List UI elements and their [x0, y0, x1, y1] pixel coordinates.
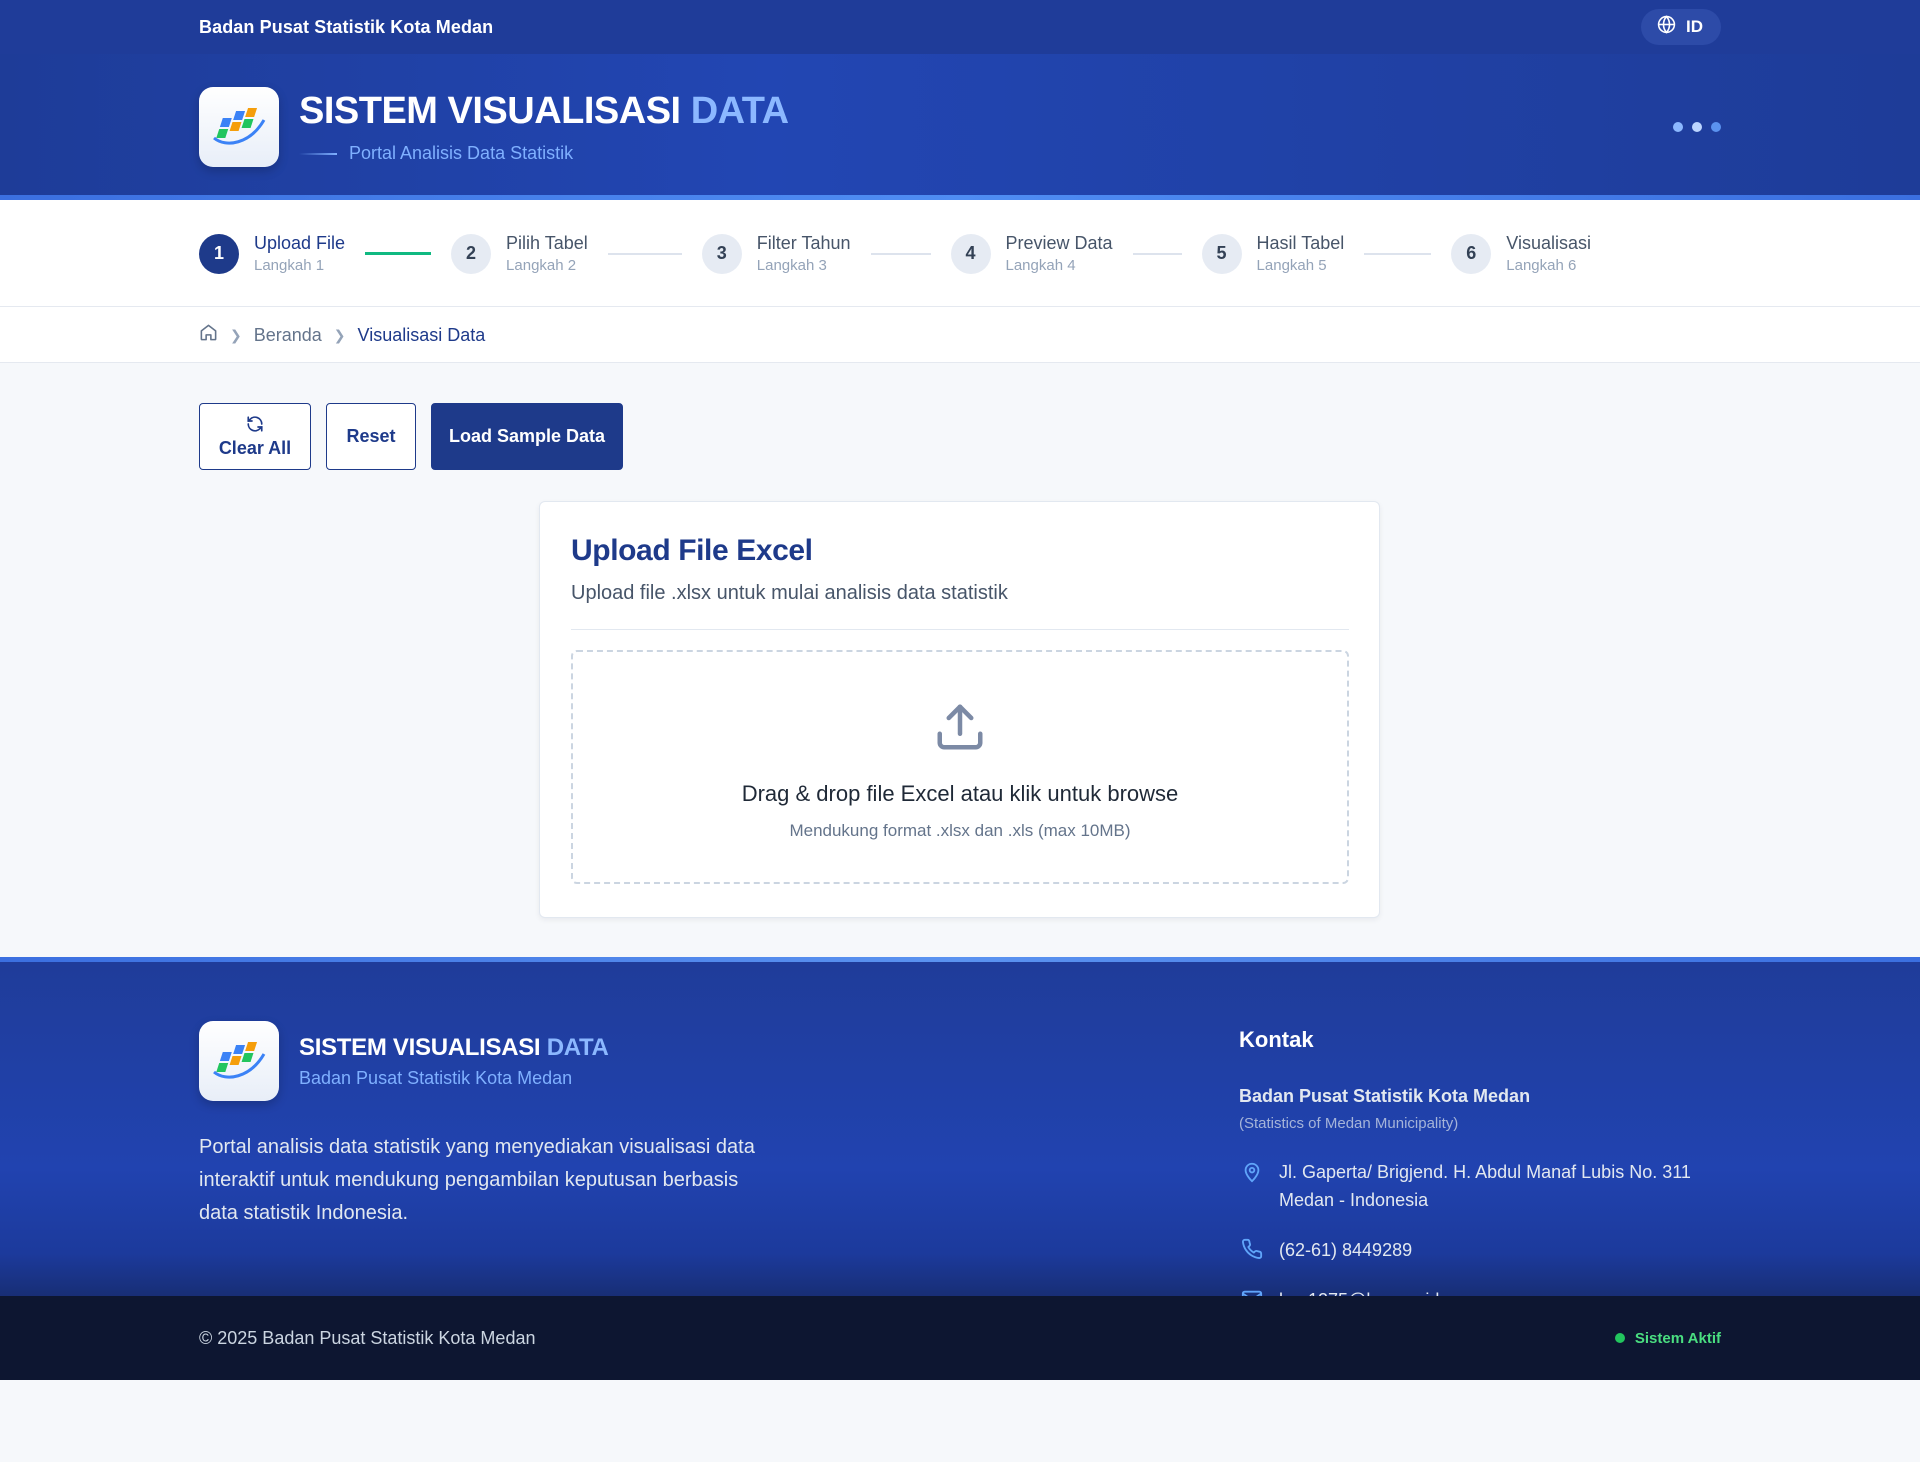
- step-label: Filter Tahun: [756, 233, 851, 253]
- load-sample-data-button[interactable]: Load Sample Data: [431, 403, 623, 470]
- address-line-1: Jl. Gaperta/ Brigjend. H. Abdul Manaf Lu…: [1279, 1162, 1691, 1182]
- globe-icon: [1657, 15, 1676, 39]
- step-connector: [365, 252, 432, 255]
- step-number: 4: [950, 233, 991, 274]
- chevron-right-icon: ❯: [333, 326, 346, 343]
- step-preview-data[interactable]: 4 Preview Data Langkah 4: [950, 233, 1113, 274]
- step-connector: [870, 252, 931, 255]
- step-sublabel: Langkah 6: [1506, 257, 1577, 274]
- dropzone-hint: Mendukung format .xlsx dan .xls (max 10M…: [789, 820, 1131, 840]
- dropzone-title: Drag & drop file Excel atau klik untuk b…: [741, 780, 1179, 806]
- contact-heading: Kontak: [1239, 1027, 1314, 1052]
- step-sublabel: Langkah 2: [506, 257, 577, 274]
- bps-logo: [199, 1021, 279, 1101]
- chevron-right-icon: ❯: [230, 326, 242, 343]
- footer: SISTEM VISUALISASI DATA Badan Pusat Stat…: [0, 957, 1920, 1380]
- contact-address: Jl. Gaperta/ Brigjend. H. Abdul Manaf Lu…: [1239, 1158, 1721, 1214]
- step-connector: [1132, 252, 1182, 255]
- contact-org-sub: (Statistics of Medan Municipality): [1239, 1115, 1459, 1132]
- action-bar: Clear All Reset Load Sample Data: [199, 403, 623, 470]
- contact-org: Badan Pusat Statistik Kota Medan: [1239, 1086, 1531, 1106]
- map-pin-icon: [1239, 1158, 1265, 1184]
- step-label: Hasil Tabel: [1256, 233, 1345, 253]
- step-label: Pilih Tabel: [506, 233, 588, 253]
- status-label: Sistem Aktif: [1634, 1329, 1721, 1347]
- upload-card-subtitle: Upload file .xlsx untuk mulai analisis d…: [571, 582, 1008, 604]
- phone-number: (62-61) 8449289: [1279, 1240, 1413, 1260]
- clear-all-button[interactable]: Clear All: [199, 403, 311, 470]
- step-filter-tahun[interactable]: 3 Filter Tahun Langkah 3: [701, 233, 851, 274]
- app-title: SISTEM VISUALISASI DATA: [299, 90, 789, 132]
- main-content: Clear All Reset Load Sample Data Upload …: [0, 363, 1920, 957]
- decorative-dots: [1673, 122, 1721, 132]
- contact-phone[interactable]: (62-61) 8449289: [1239, 1236, 1721, 1264]
- step-connector: [1364, 252, 1432, 255]
- step-label: Visualisasi: [1506, 233, 1591, 253]
- refresh-icon: [246, 415, 264, 438]
- phone-icon: [1239, 1236, 1265, 1260]
- step-number: 5: [1201, 233, 1242, 274]
- progress-stepper: 1 Upload File Langkah 1 2 Pilih Tabel La…: [0, 200, 1920, 307]
- copyright: © 2025 Badan Pusat Statistik Kota Medan: [199, 1327, 536, 1348]
- step-hasil-tabel[interactable]: 5 Hasil Tabel Langkah 5: [1201, 233, 1345, 274]
- step-sublabel: Langkah 4: [1005, 257, 1076, 274]
- contact-section: Kontak Badan Pusat Statistik Kota Medan …: [1239, 1027, 1721, 1314]
- step-sublabel: Langkah 5: [1256, 257, 1327, 274]
- divider: [571, 629, 1349, 630]
- upload-card: Upload File Excel Upload file .xlsx untu…: [539, 501, 1380, 918]
- home-icon[interactable]: [199, 323, 218, 347]
- step-connector: [607, 252, 682, 255]
- breadcrumb-home[interactable]: Beranda: [254, 325, 322, 346]
- top-bar: Badan Pusat Statistik Kota Medan ID: [0, 0, 1920, 54]
- step-label: Preview Data: [1005, 233, 1113, 253]
- step-label: Upload File: [254, 233, 346, 253]
- app-subtitle: Portal Analisis Data Statistik: [349, 143, 574, 163]
- step-sublabel: Langkah 1: [254, 257, 325, 274]
- step-number: 3: [701, 233, 742, 274]
- breadcrumb: ❯ Beranda ❯ Visualisasi Data: [0, 307, 1920, 363]
- step-sublabel: Langkah 3: [756, 257, 827, 274]
- status-dot-icon: [1614, 1333, 1625, 1343]
- upload-card-title: Upload File Excel: [571, 534, 813, 567]
- bps-logo: [199, 87, 279, 167]
- step-upload-file[interactable]: 1 Upload File Langkah 1: [199, 233, 345, 274]
- app-header: SISTEM VISUALISASI DATA Portal Analisis …: [0, 54, 1920, 200]
- step-visualisasi[interactable]: 6 Visualisasi Langkah 6: [1451, 233, 1591, 274]
- language-switch-button[interactable]: ID: [1641, 9, 1721, 45]
- language-label: ID: [1686, 17, 1703, 36]
- clear-all-label: Clear All: [218, 437, 292, 458]
- address-line-2: Medan - Indonesia: [1279, 1190, 1429, 1210]
- step-number: 6: [1451, 233, 1492, 274]
- footer-brand: SISTEM VISUALISASI DATA Badan Pusat Stat…: [199, 1021, 609, 1101]
- step-number: 1: [199, 233, 239, 274]
- upload-icon: [933, 700, 987, 759]
- footer-title: SISTEM VISUALISASI DATA: [299, 1033, 609, 1061]
- footer-description: Portal analisis data statistik yang meny…: [199, 1136, 755, 1224]
- org-name: Badan Pusat Statistik Kota Medan: [199, 16, 494, 37]
- footer-subtitle: Badan Pusat Statistik Kota Medan: [299, 1067, 573, 1088]
- step-number: 2: [451, 233, 492, 274]
- step-pilih-tabel[interactable]: 2 Pilih Tabel Langkah 2: [451, 233, 588, 274]
- reset-button[interactable]: Reset: [326, 403, 416, 470]
- status-badge: Sistem Aktif: [1614, 1329, 1721, 1347]
- footer-bottom-bar: © 2025 Badan Pusat Statistik Kota Medan …: [0, 1296, 1920, 1380]
- breadcrumb-current: Visualisasi Data: [357, 324, 486, 345]
- file-dropzone[interactable]: Drag & drop file Excel atau klik untuk b…: [571, 650, 1349, 884]
